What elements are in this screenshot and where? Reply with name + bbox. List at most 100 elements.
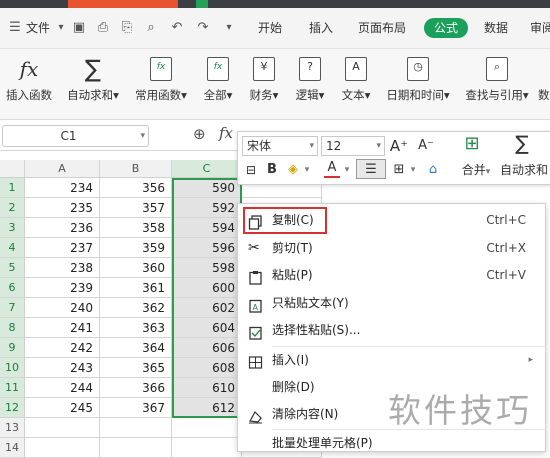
- column-header-b[interactable]: B: [100, 160, 172, 178]
- autosum-mini-button[interactable]: 自动求和: [500, 160, 550, 180]
- workbook-tab-stub[interactable]: [196, 0, 208, 8]
- table-cell[interactable]: 356: [100, 178, 172, 198]
- table-cell[interactable]: 359: [100, 238, 172, 258]
- print-preview-icon[interactable]: ⎙: [94, 8, 112, 48]
- table-cell[interactable]: 243: [25, 358, 100, 378]
- row-header[interactable]: 12: [0, 398, 25, 418]
- hamburger-menu-icon[interactable]: ☰: [6, 8, 24, 48]
- menu-item-cut[interactable]: ✂ 剪切(T) Ctrl+X: [238, 235, 545, 262]
- search-preview-icon[interactable]: ⌕: [142, 8, 160, 48]
- bold-icon[interactable]: B: [264, 160, 280, 180]
- table-cell[interactable]: 244: [25, 378, 100, 398]
- menu-item-paste[interactable]: 粘贴(P) Ctrl+V: [238, 262, 545, 289]
- table-cell[interactable]: [100, 438, 172, 458]
- fill-color-icon[interactable]: ◈: [284, 160, 302, 180]
- table-cell[interactable]: [172, 418, 242, 438]
- table-cell[interactable]: 598: [172, 258, 242, 278]
- table-cell[interactable]: 235: [25, 198, 100, 218]
- table-cell[interactable]: 361: [100, 278, 172, 298]
- table-cell[interactable]: 602: [172, 298, 242, 318]
- row-header[interactable]: 9: [0, 338, 25, 358]
- row-header[interactable]: 10: [0, 358, 25, 378]
- table-cell[interactable]: 238: [25, 258, 100, 278]
- document-tab-stub[interactable]: [68, 0, 178, 8]
- row-header[interactable]: 11: [0, 378, 25, 398]
- table-cell[interactable]: [25, 438, 100, 458]
- logic-button[interactable]: ? 逻辑▾: [290, 49, 330, 119]
- table-cell[interactable]: 364: [100, 338, 172, 358]
- table-cell[interactable]: 241: [25, 318, 100, 338]
- menu-item-batch-process[interactable]: 批量处理单元格(P): [238, 430, 545, 457]
- menu-item-paste-special[interactable]: 选择性粘贴(S)...: [238, 317, 545, 344]
- table-cell[interactable]: 608: [172, 358, 242, 378]
- font-name-select[interactable]: 宋体 ▾: [242, 136, 318, 156]
- finance-button[interactable]: ¥ 财务▾: [244, 49, 284, 119]
- menu-item-insert[interactable]: 插入(I) ▸: [238, 347, 545, 374]
- row-header[interactable]: 14: [0, 438, 25, 458]
- undo-icon[interactable]: ↶: [168, 8, 186, 48]
- more-arrow-icon[interactable]: ▾: [220, 8, 238, 48]
- row-header[interactable]: 1: [0, 178, 25, 198]
- file-menu[interactable]: 文件: [26, 8, 50, 48]
- table-cell[interactable]: 600: [172, 278, 242, 298]
- table-cell[interactable]: 592: [172, 198, 242, 218]
- decrease-font-icon[interactable]: A⁻: [416, 136, 436, 156]
- common-functions-button[interactable]: fx 常用函数▾: [132, 49, 190, 119]
- tab-review[interactable]: 审阅: [530, 8, 550, 48]
- table-cell[interactable]: 604: [172, 318, 242, 338]
- table-cell[interactable]: 606: [172, 338, 242, 358]
- save-icon[interactable]: ▣: [70, 8, 88, 48]
- redo-icon[interactable]: ↷: [194, 8, 212, 48]
- align-icon[interactable]: ☰: [356, 159, 386, 179]
- table-cell[interactable]: 590: [172, 178, 242, 198]
- table-cell[interactable]: 245: [25, 398, 100, 418]
- table-cell[interactable]: 239: [25, 278, 100, 298]
- table-cell[interactable]: 237: [25, 238, 100, 258]
- table-cell[interactable]: [172, 438, 242, 458]
- column-header-a[interactable]: A: [25, 160, 100, 178]
- eraser-format-icon[interactable]: ⌂: [424, 160, 442, 180]
- chevron-down-icon[interactable]: ▾: [486, 167, 491, 177]
- merge-button[interactable]: 合并▾: [456, 160, 496, 180]
- zoom-search-icon[interactable]: ⊕: [193, 125, 206, 143]
- tab-page-layout[interactable]: 页面布局: [358, 8, 406, 48]
- table-cell[interactable]: [100, 418, 172, 438]
- chevron-down-icon[interactable]: ▾: [309, 137, 314, 155]
- all-functions-button[interactable]: fx 全部▾: [198, 49, 238, 119]
- increase-font-icon[interactable]: A⁺: [389, 136, 409, 156]
- table-cell[interactable]: 363: [100, 318, 172, 338]
- font-color-icon[interactable]: A: [324, 160, 340, 178]
- table-cell[interactable]: 357: [100, 198, 172, 218]
- print-icon[interactable]: ⎘: [118, 8, 136, 48]
- table-cell[interactable]: 365: [100, 358, 172, 378]
- merge-icon[interactable]: ⊞: [460, 134, 484, 154]
- table-cell[interactable]: 236: [25, 218, 100, 238]
- table-cell[interactable]: 367: [100, 398, 172, 418]
- row-header[interactable]: 13: [0, 418, 25, 438]
- table-cell[interactable]: 242: [25, 338, 100, 358]
- chevron-down-icon[interactable]: ▾: [376, 137, 381, 155]
- row-header[interactable]: 2: [0, 198, 25, 218]
- table-cell[interactable]: 612: [172, 398, 242, 418]
- table-cell[interactable]: 362: [100, 298, 172, 318]
- row-header[interactable]: 6: [0, 278, 25, 298]
- select-all-corner[interactable]: [0, 160, 25, 178]
- table-cell[interactable]: [25, 418, 100, 438]
- sum-icon[interactable]: ∑: [510, 133, 534, 153]
- column-header-c[interactable]: C: [172, 160, 242, 178]
- tab-insert[interactable]: 插入: [309, 8, 333, 48]
- row-header[interactable]: 5: [0, 258, 25, 278]
- insert-function-button[interactable]: fx 插入函数: [2, 49, 56, 119]
- table-cell[interactable]: 596: [172, 238, 242, 258]
- autosum-button[interactable]: ∑ 自动求和▾: [62, 49, 124, 119]
- row-header[interactable]: 8: [0, 318, 25, 338]
- chevron-down-icon[interactable]: ▾: [302, 160, 312, 180]
- lookup-reference-button[interactable]: ⌕ 查找与引用▾: [462, 49, 532, 119]
- chevron-down-icon[interactable]: ▾: [52, 8, 70, 48]
- math-button[interactable]: 数: [538, 49, 550, 119]
- fx-icon[interactable]: fx: [219, 124, 233, 142]
- row-header[interactable]: 3: [0, 218, 25, 238]
- table-cell[interactable]: 234: [25, 178, 100, 198]
- borders-icon[interactable]: ⊞: [390, 160, 408, 180]
- table-cell[interactable]: 366: [100, 378, 172, 398]
